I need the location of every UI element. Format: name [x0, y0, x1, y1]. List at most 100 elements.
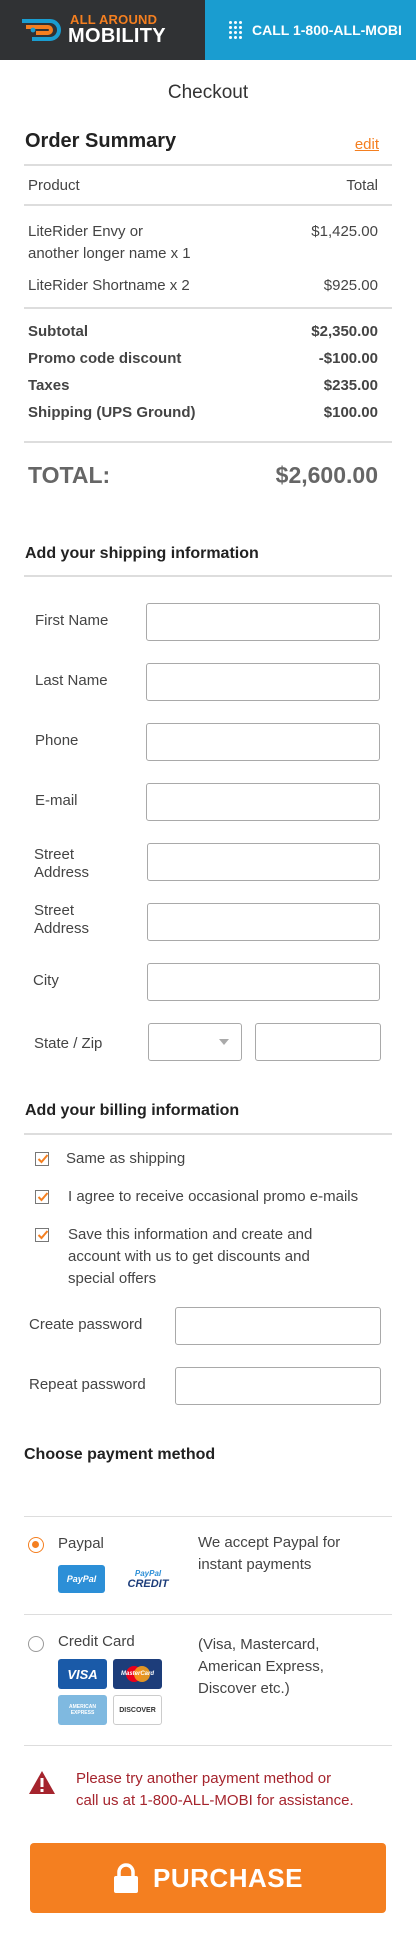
- checkmark-icon: [37, 1230, 49, 1240]
- street-address-input[interactable]: [147, 843, 380, 881]
- visa-logo-text: VISA: [67, 1666, 98, 1682]
- amex-logo-text: AMERICAN EXPRESS: [69, 1704, 96, 1716]
- divider: [24, 204, 392, 206]
- visa-logo: VISA: [58, 1659, 107, 1689]
- chevron-down-icon: [219, 1039, 229, 1045]
- call-button[interactable]: CALL 1-800-ALL-MOBI: [205, 0, 416, 60]
- order-table-header: Product Total: [28, 177, 378, 194]
- street-label-line: Address: [34, 864, 90, 881]
- discover-logo: DISCOVER: [113, 1695, 162, 1725]
- create-password-input[interactable]: [175, 1307, 381, 1345]
- item-name: LiteRider Envy or another longer name x …: [28, 221, 191, 265]
- billing-section-title: Add your billing information: [25, 1102, 240, 1119]
- paypal-radio[interactable]: [28, 1537, 44, 1553]
- same-as-shipping-label: Same as shipping: [66, 1150, 186, 1167]
- divider: [24, 164, 392, 166]
- payment-error-message: Please try another payment method or cal…: [76, 1768, 354, 1812]
- email-label: E-mail: [35, 792, 78, 809]
- item-name-line: another longer name x 1: [28, 245, 191, 262]
- save-label-line: Save this information and create and: [68, 1226, 313, 1243]
- taxes-label: Taxes: [28, 377, 70, 394]
- item-name-line: LiteRider Envy or: [28, 223, 144, 240]
- taxes-value: $235.00: [323, 377, 378, 394]
- paypal-label: Paypal: [58, 1535, 104, 1552]
- lock-icon: [114, 1863, 139, 1893]
- first-name-input[interactable]: [146, 603, 380, 641]
- checkmark-icon: [37, 1192, 49, 1202]
- shipping-label: Shipping (UPS Ground): [28, 404, 196, 421]
- state-zip-label: State / Zip: [34, 1035, 103, 1052]
- subtotal-row: Subtotal $2,350.00: [28, 323, 378, 340]
- street-label-line: Street: [34, 846, 75, 863]
- item-name: LiteRider Shortname x 2: [28, 277, 190, 294]
- total-label: TOTAL:: [28, 462, 111, 488]
- promo-value: -$100.00: [318, 350, 378, 367]
- save-label-line: special offers: [68, 1270, 157, 1287]
- item-price: $1,425.00: [311, 223, 378, 240]
- logo-swirl-icon: [22, 19, 61, 41]
- taxes-row: Taxes $235.00: [28, 377, 378, 394]
- email-input[interactable]: [146, 783, 380, 821]
- create-password-label: Create password: [29, 1316, 143, 1333]
- divider: [24, 1133, 392, 1135]
- purchase-label: PURCHASE: [153, 1862, 303, 1893]
- card-desc-line: (Visa, Mastercard,: [198, 1636, 320, 1653]
- mastercard-logo-text: MasterCard: [120, 1671, 154, 1677]
- payment-section-title: Choose payment method: [24, 1446, 216, 1463]
- promo-emails-label: I agree to receive occasional promo e-ma…: [68, 1188, 359, 1205]
- paypal-description: We accept Paypal for instant payments: [198, 1532, 340, 1576]
- divider: [24, 441, 392, 443]
- checkmark-icon: [37, 1154, 49, 1164]
- city-label: City: [33, 972, 59, 989]
- phone-keypad-icon: [229, 21, 242, 39]
- street-label-line: Street: [34, 902, 75, 919]
- paypal-credit-logo: PayPal CREDIT: [118, 1565, 178, 1593]
- subtotal-value: $2,350.00: [311, 323, 378, 340]
- mastercard-logo: MasterCard: [113, 1659, 162, 1689]
- repeat-password-input[interactable]: [175, 1367, 381, 1405]
- order-item: LiteRider Envy or another longer name x …: [28, 221, 378, 265]
- save-label-line: account with us to get discounts and: [68, 1248, 310, 1265]
- shipping-row: Shipping (UPS Ground) $100.00: [28, 404, 378, 421]
- last-name-input[interactable]: [146, 663, 380, 701]
- subtotal-label: Subtotal: [28, 323, 88, 340]
- shipping-value: $100.00: [323, 404, 378, 421]
- city-input[interactable]: [147, 963, 380, 1001]
- shipping-section-title: Add your shipping information: [25, 545, 259, 562]
- paypal-logo: PayPal: [58, 1565, 105, 1593]
- paypal-desc-line: instant payments: [198, 1556, 312, 1573]
- col-product: Product: [28, 177, 80, 194]
- paypal-credit-bottom: CREDIT: [127, 1578, 169, 1590]
- total-value: $2,600.00: [275, 462, 378, 488]
- last-name-label: Last Name: [35, 672, 108, 689]
- card-desc-line: Discover etc.): [198, 1680, 290, 1697]
- save-account-label: Save this information and create and acc…: [68, 1224, 312, 1290]
- col-total: Total: [346, 177, 378, 194]
- order-summary-title: Order Summary: [25, 130, 177, 152]
- divider: [24, 1516, 392, 1517]
- divider: [24, 307, 392, 309]
- first-name-label: First Name: [35, 612, 109, 629]
- credit-card-label: Credit Card: [58, 1633, 135, 1650]
- phone-input[interactable]: [146, 723, 380, 761]
- street-address-2-input[interactable]: [147, 903, 380, 941]
- divider: [24, 575, 392, 577]
- amex-logo: AMERICAN EXPRESS: [58, 1695, 107, 1725]
- brand-logo[interactable]: ALL AROUND MOBILITY: [0, 0, 205, 60]
- same-as-shipping-checkbox[interactable]: [35, 1152, 49, 1166]
- state-select[interactable]: [148, 1023, 242, 1061]
- paypal-desc-line: We accept Paypal for: [198, 1534, 341, 1551]
- phone-label: Phone: [35, 732, 79, 749]
- save-account-checkbox[interactable]: [35, 1228, 49, 1242]
- call-label: CALL 1-800-ALL-MOBI: [252, 22, 402, 38]
- edit-order-link[interactable]: edit: [355, 136, 379, 153]
- item-price: $925.00: [323, 277, 378, 294]
- divider: [24, 1614, 392, 1615]
- credit-card-radio[interactable]: [28, 1636, 44, 1652]
- street-address-label: Street Address: [34, 846, 89, 882]
- zip-input[interactable]: [255, 1023, 381, 1061]
- purchase-button[interactable]: PURCHASE: [30, 1843, 386, 1913]
- promo-emails-checkbox[interactable]: [35, 1190, 49, 1204]
- brand-name-bottom: MOBILITY: [68, 25, 166, 47]
- discover-logo-text: DISCOVER: [119, 1706, 156, 1714]
